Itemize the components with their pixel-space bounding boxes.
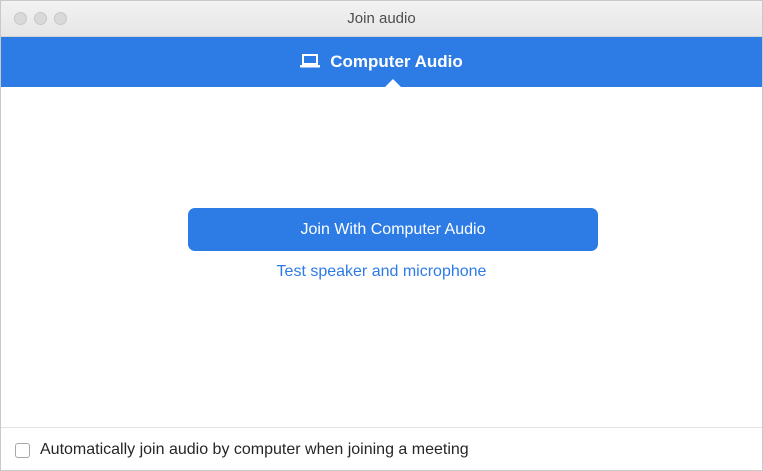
footer: Automatically join audio by computer whe… xyxy=(1,427,762,470)
tab-computer-audio[interactable]: Computer Audio xyxy=(1,37,762,87)
test-speaker-microphone-link[interactable]: Test speaker and microphone xyxy=(1,263,762,281)
tab-label: Computer Audio xyxy=(330,52,463,71)
window-title: Join audio xyxy=(347,10,416,27)
join-with-computer-audio-button[interactable]: Join With Computer Audio xyxy=(188,208,598,251)
auto-join-checkbox[interactable] xyxy=(15,443,30,458)
selected-tab-indicator xyxy=(384,79,402,88)
join-audio-window: Join audio Computer Audio Join With Comp… xyxy=(0,0,763,471)
title-bar: Join audio xyxy=(1,1,762,37)
test-link-label[interactable]: Test speaker and microphone xyxy=(277,263,487,280)
laptop-icon xyxy=(300,54,321,68)
tab-bar: Computer Audio xyxy=(1,37,762,87)
auto-join-label[interactable]: Automatically join audio by computer whe… xyxy=(40,441,469,459)
